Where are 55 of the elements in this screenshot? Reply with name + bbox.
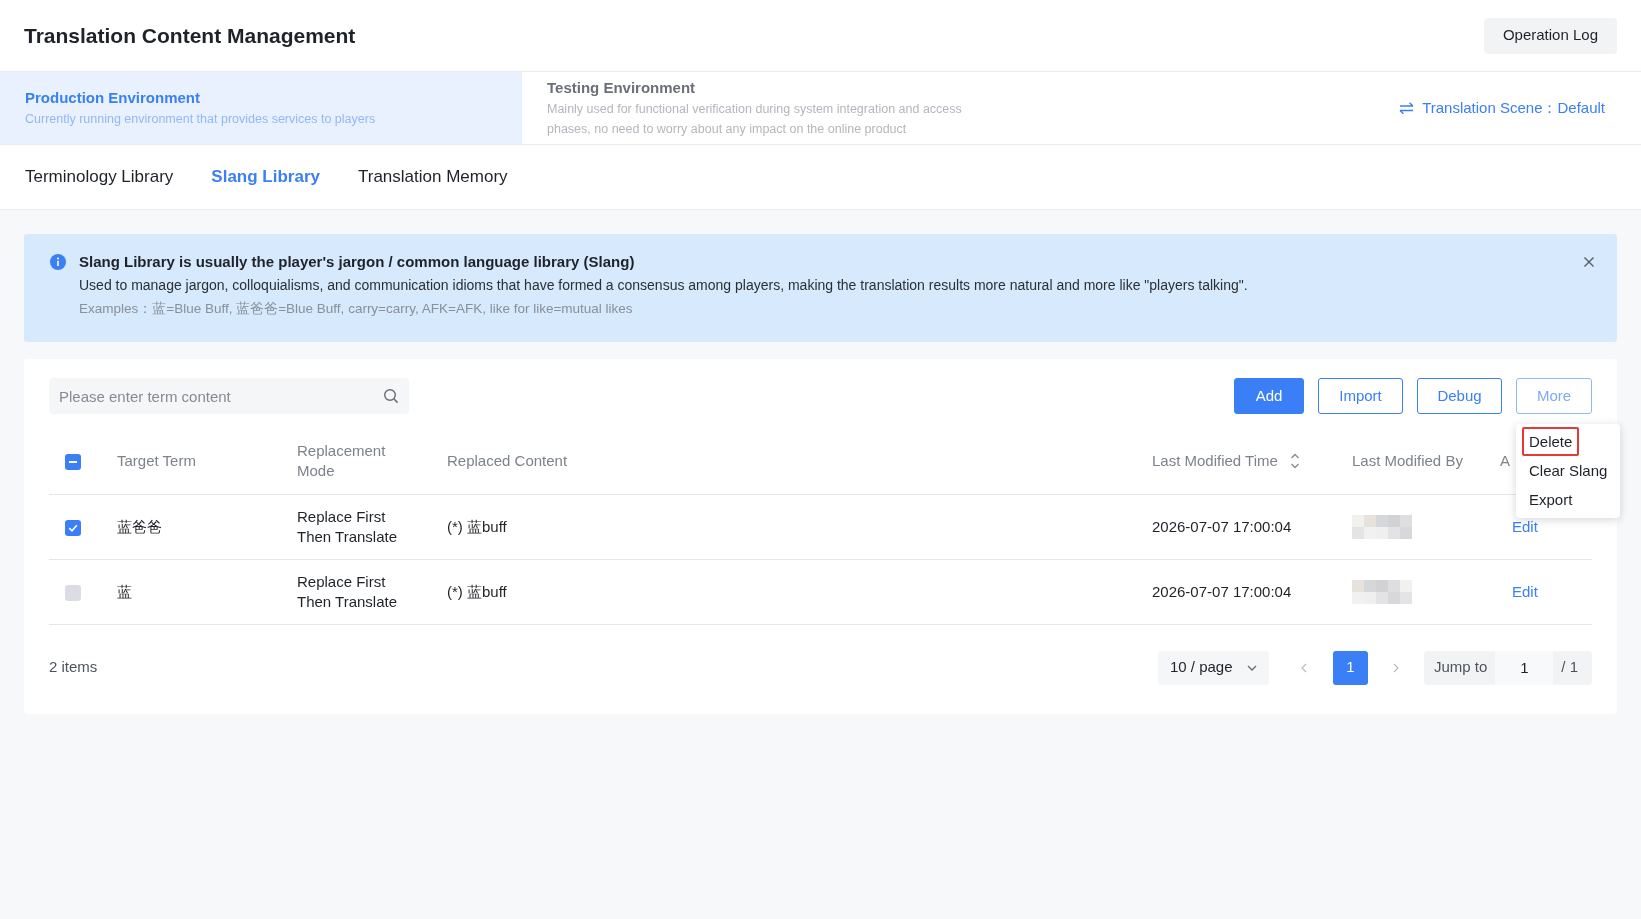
notice-text: Used to manage jargon, colloquialisms, and communication idioms that have formed a consensus among players, making the translation results more natural and more like "players talking". bbox=[79, 276, 1249, 295]
page-number-button[interactable]: 1 bbox=[1333, 650, 1368, 685]
close-icon[interactable] bbox=[1583, 256, 1595, 268]
edit-link[interactable]: Edit bbox=[1512, 517, 1538, 535]
toolbar-button[interactable]: Add bbox=[1234, 378, 1304, 414]
column-header: A bbox=[1500, 450, 1510, 471]
column-header: Replacement Mode bbox=[297, 440, 387, 481]
table-cell: Replace First Then Translate bbox=[281, 494, 431, 559]
pixelated-block bbox=[1352, 514, 1412, 539]
table-cell: 蓝 bbox=[101, 559, 281, 624]
check-icon bbox=[68, 522, 78, 533]
library-tab[interactable]: Slang Library bbox=[211, 164, 320, 190]
table-cell: 蓝爸爸 bbox=[101, 494, 281, 559]
more-button[interactable]: More bbox=[1516, 378, 1592, 414]
chevron-down-icon bbox=[1247, 664, 1257, 671]
jump-input[interactable]: 1 bbox=[1495, 650, 1554, 685]
notice-examples: Examples：蓝=Blue Buff, 蓝爸爸=Blue Buff, carry=carry, AFK=AFK, like for like=mutual likes bbox=[79, 300, 634, 318]
library-tab[interactable]: Terminology Library bbox=[25, 164, 174, 190]
table-cell: 2026-07-07 17:00:04 bbox=[1136, 559, 1336, 624]
search-icon bbox=[383, 388, 399, 404]
sort-icon[interactable] bbox=[1289, 451, 1300, 470]
search-field[interactable]: Please enter term content bbox=[49, 378, 409, 414]
operation-log-button[interactable]: Operation Log bbox=[1483, 17, 1617, 54]
toolbar-button[interactable]: Debug bbox=[1417, 378, 1502, 414]
column-header: Target Term bbox=[117, 450, 196, 471]
environment-tab[interactable]: Testing Environment Mainly used for functional verification during system integration and access phases, no need to worry about any impact on the online product bbox=[522, 72, 1012, 144]
table-cell: (*) 蓝buff bbox=[431, 559, 1136, 624]
chevron-right-icon bbox=[1393, 662, 1399, 673]
library-tab[interactable]: Translation Memory bbox=[358, 164, 508, 190]
info-icon bbox=[50, 254, 66, 270]
toolbar-button[interactable]: Import bbox=[1318, 378, 1403, 414]
swap-arrows-icon bbox=[1399, 102, 1415, 114]
notice-title: Slang Library is usually the player's jargon / common language library (Slang) bbox=[79, 252, 636, 272]
column-header: Last Modified Time bbox=[1152, 450, 1278, 471]
environment-tab[interactable]: Production Environment Currently running environment that provides services to players bbox=[0, 72, 522, 144]
pixelated-block bbox=[1352, 579, 1412, 604]
total-count: 2 items bbox=[49, 657, 98, 678]
page-total: / 1 bbox=[1561, 657, 1579, 678]
table-cell: (*) 蓝buff bbox=[431, 494, 1136, 559]
checkbox[interactable] bbox=[65, 584, 81, 601]
edit-link[interactable]: Edit bbox=[1512, 582, 1538, 600]
table-cell: 2026-07-07 17:00:04 bbox=[1136, 494, 1336, 559]
translation-scene-link[interactable]: Translation Scene：Default bbox=[1399, 96, 1605, 120]
column-header: Last Modified By bbox=[1352, 450, 1463, 471]
page-title: Translation Content Management bbox=[24, 22, 356, 49]
page-size-select[interactable]: 10 / page bbox=[1158, 650, 1269, 685]
menu-item[interactable]: Export bbox=[1522, 485, 1580, 514]
jump-label: Jump to bbox=[1434, 657, 1488, 678]
table-cell: Replace First Then Translate bbox=[281, 559, 431, 624]
menu-item[interactable]: Delete bbox=[1522, 427, 1580, 456]
column-header: Replaced Content bbox=[447, 450, 568, 471]
chevron-left-icon bbox=[1301, 662, 1307, 673]
checkbox[interactable] bbox=[65, 453, 81, 470]
checkbox[interactable] bbox=[65, 519, 81, 536]
menu-item[interactable]: Clear Slang bbox=[1522, 456, 1615, 485]
